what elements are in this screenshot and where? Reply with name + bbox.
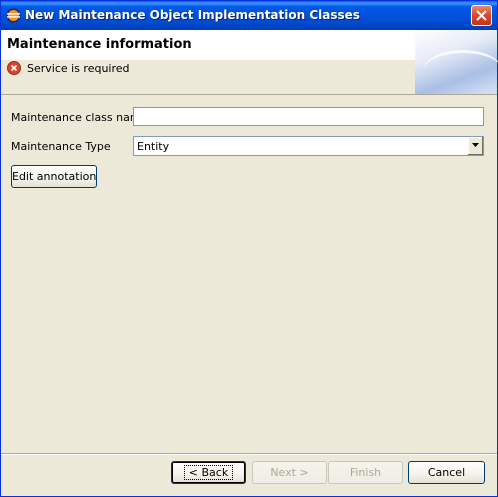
type-label: Maintenance Type: [11, 140, 111, 153]
dropdown-button[interactable]: [467, 137, 483, 155]
title-bar[interactable]: New Maintenance Object Implementation Cl…: [1, 1, 497, 30]
wizard-banner-image: [415, 30, 498, 94]
next-button[interactable]: Next >: [252, 461, 327, 484]
close-button[interactable]: [471, 5, 492, 26]
chevron-down-icon: [472, 143, 479, 147]
page-title: Maintenance information: [7, 37, 192, 52]
wizard-dialog: New Maintenance Object Implementation Cl…: [0, 0, 498, 497]
cancel-button[interactable]: Cancel: [408, 461, 485, 484]
window-title: New Maintenance Object Implementation Cl…: [25, 8, 360, 22]
footer-divider: [1, 453, 497, 455]
back-button[interactable]: < Back: [171, 461, 246, 484]
close-icon: [476, 10, 487, 21]
class-name-label: Maintenance class name: [11, 111, 148, 124]
finish-button[interactable]: Finish: [328, 461, 403, 484]
eclipse-icon: [6, 8, 21, 23]
class-name-input[interactable]: [133, 107, 484, 126]
maintenance-type-value: Entity: [137, 140, 170, 153]
back-button-label: < Back: [183, 465, 234, 480]
maintenance-type-select[interactable]: Entity: [133, 136, 484, 156]
wizard-header: Maintenance information Service is requi…: [1, 30, 498, 95]
edit-annotation-button[interactable]: Edit annotation: [11, 165, 97, 188]
error-icon: [7, 61, 21, 75]
error-message-text: Service is required: [27, 62, 130, 75]
